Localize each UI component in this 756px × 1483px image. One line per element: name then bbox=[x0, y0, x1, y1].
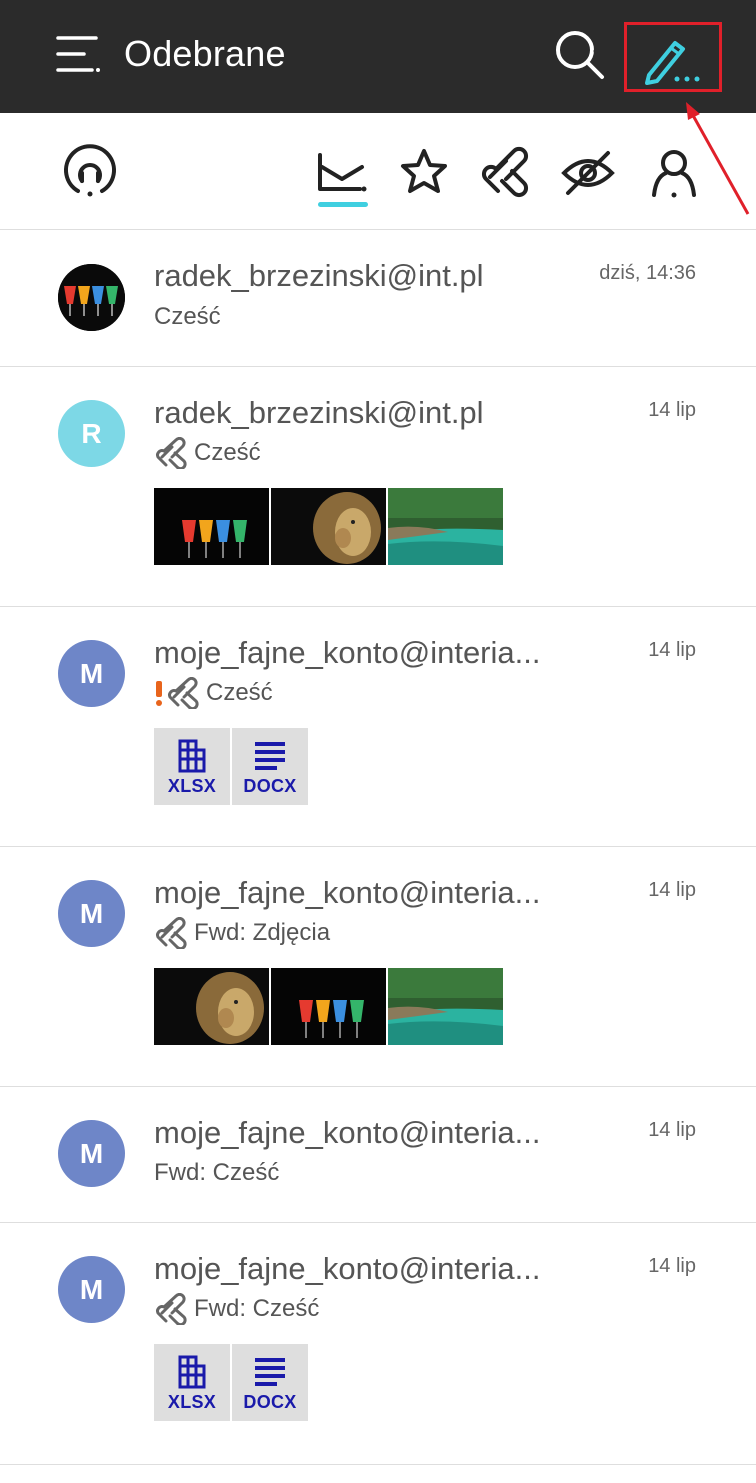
sender: radek_brzezinski@int.pl bbox=[154, 258, 484, 293]
message-row[interactable]: R radek_brzezinski@int.pl 14 lip Cześć bbox=[0, 367, 756, 607]
document-icon bbox=[255, 742, 285, 770]
eye-crossed-icon[interactable] bbox=[558, 143, 618, 203]
subject-text: Cześć bbox=[194, 439, 261, 466]
page-title: Odebrane bbox=[124, 33, 286, 74]
avatar: M bbox=[58, 640, 125, 707]
file-attachment-docx[interactable]: DOCX bbox=[232, 1344, 308, 1421]
thumbnail-glasses[interactable] bbox=[154, 488, 269, 565]
date: dziś, 14:36 bbox=[599, 262, 696, 284]
search-icon[interactable] bbox=[548, 24, 612, 84]
attachment-files: XLSX DOCX bbox=[154, 728, 308, 805]
subject-text: Cześć bbox=[154, 303, 221, 330]
paperclip-icon bbox=[154, 916, 190, 951]
thumbnail-river[interactable] bbox=[388, 488, 503, 565]
attachment-thumbnails bbox=[154, 488, 503, 565]
date: 14 lip bbox=[648, 1255, 696, 1277]
star-icon[interactable] bbox=[394, 143, 454, 203]
subject: Cześć bbox=[154, 303, 221, 331]
date: 14 lip bbox=[648, 879, 696, 901]
file-attachment-xlsx[interactable]: XLSX bbox=[154, 728, 230, 805]
spreadsheet-icon bbox=[178, 739, 206, 773]
avatar: M bbox=[58, 1120, 125, 1187]
thumbnail-lion[interactable] bbox=[154, 968, 269, 1045]
file-label: XLSX bbox=[167, 776, 217, 796]
avatar: M bbox=[58, 880, 125, 947]
file-label: DOCX bbox=[243, 776, 297, 796]
file-label: DOCX bbox=[243, 1392, 297, 1412]
sender: moje_fajne_konto@interia... bbox=[154, 635, 541, 670]
paperclip-icon[interactable] bbox=[476, 143, 536, 203]
sender: radek_brzezinski@int.pl bbox=[154, 395, 484, 430]
compose-pen-icon bbox=[645, 41, 700, 85]
subject-text: Cześć bbox=[206, 679, 273, 706]
filter-bar bbox=[0, 113, 756, 230]
paperclip-icon bbox=[154, 1292, 190, 1327]
subject: Cześć bbox=[154, 676, 273, 711]
paperclip-icon bbox=[154, 436, 190, 471]
subject: Fwd: Cześć bbox=[154, 1292, 320, 1327]
mailbox-circle-icon[interactable] bbox=[60, 143, 120, 203]
file-label: XLSX bbox=[167, 1392, 217, 1412]
active-filter-indicator bbox=[318, 202, 368, 207]
message-row[interactable]: M moje_fajne_konto@interia... 14 lip Cze… bbox=[0, 607, 756, 847]
date: 14 lip bbox=[648, 399, 696, 421]
date: 14 lip bbox=[648, 1119, 696, 1141]
thumbnail-glasses[interactable] bbox=[271, 968, 386, 1045]
sender: moje_fajne_konto@interia... bbox=[154, 1115, 541, 1150]
message-row[interactable]: M moje_fajne_konto@interia... 14 lip Fwd… bbox=[0, 847, 756, 1087]
subject-text: Fwd: Zdjęcia bbox=[194, 919, 331, 946]
app-bar: Odebrane bbox=[0, 0, 756, 113]
message-row[interactable]: M moje_fajne_konto@interia... 14 lip Fwd… bbox=[0, 1223, 756, 1465]
subject-text: Fwd: Cześć bbox=[194, 1295, 320, 1322]
sender: moje_fajne_konto@interia... bbox=[154, 875, 541, 910]
message-row[interactable]: radek_brzezinski@int.pl dziś, 14:36 Cześ… bbox=[0, 230, 756, 367]
date: 14 lip bbox=[648, 639, 696, 661]
hamburger-icon[interactable] bbox=[48, 26, 108, 82]
subject-text: Fwd: Cześć bbox=[154, 1159, 280, 1186]
avatar: M bbox=[58, 1256, 125, 1323]
spreadsheet-icon bbox=[178, 1355, 206, 1389]
person-icon[interactable] bbox=[644, 143, 704, 203]
subject: Fwd: Cześć bbox=[154, 1159, 279, 1187]
paperclip-icon bbox=[166, 676, 202, 711]
attachment-files: XLSX DOCX bbox=[154, 1344, 308, 1421]
avatar: R bbox=[58, 400, 125, 467]
subject: Cześć bbox=[154, 436, 261, 471]
important-icon bbox=[154, 678, 164, 708]
sender: moje_fajne_konto@interia... bbox=[154, 1251, 541, 1286]
document-icon bbox=[255, 1358, 285, 1386]
inbox-tray-icon[interactable] bbox=[312, 143, 372, 203]
file-attachment-docx[interactable]: DOCX bbox=[232, 728, 308, 805]
message-row[interactable]: M moje_fajne_konto@interia... 14 lip Fwd… bbox=[0, 1087, 756, 1223]
file-attachment-xlsx[interactable]: XLSX bbox=[154, 1344, 230, 1421]
compose-button[interactable] bbox=[624, 22, 722, 92]
subject: Fwd: Zdjęcia bbox=[154, 916, 331, 951]
avatar bbox=[58, 264, 125, 331]
attachment-thumbnails bbox=[154, 968, 503, 1045]
thumbnail-river[interactable] bbox=[388, 968, 503, 1045]
thumbnail-lion[interactable] bbox=[271, 488, 386, 565]
